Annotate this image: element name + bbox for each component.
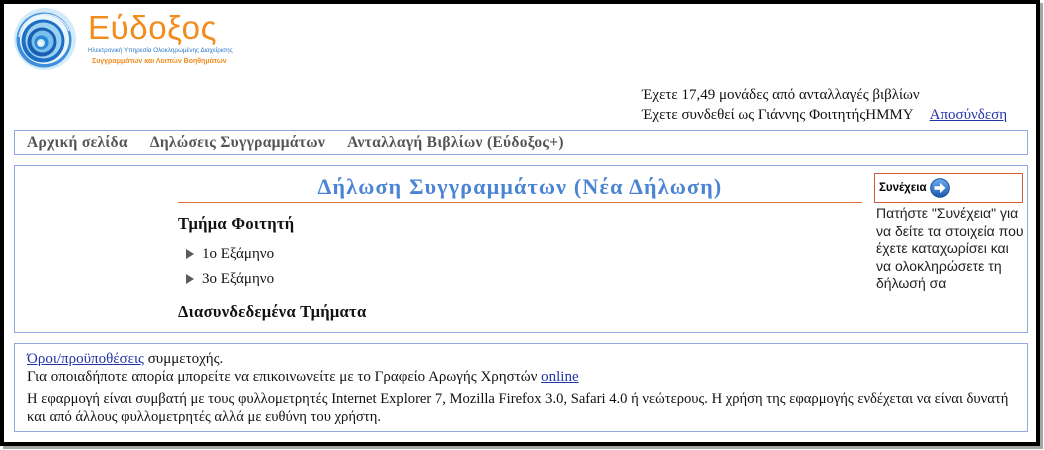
site-footer: Όροι/προϋποθέσεις συμμετοχής. Για οποιαδ… [14, 343, 1028, 432]
continue-button-label: Συνέχεια [879, 182, 927, 194]
main-navigation: Αρχική σελίδα Δηλώσεις Συγγραμμάτων Αντα… [14, 130, 1028, 155]
semester-item-3[interactable]: 3ο Εξάμηνο [186, 269, 274, 289]
arrow-right-circle-icon[interactable] [929, 178, 950, 198]
logo-wordmark: Εύδοξος [88, 9, 218, 46]
page-title: Δήλωση Συγγραμμάτων (Νέα Δήλωση) [178, 172, 862, 203]
eudoxus-swirl-logo-icon [14, 8, 76, 70]
eudoxus-logo[interactable]: Εύδοξος Ηλεκτρονική Υπηρεσία Ολοκληρωμέν… [12, 6, 244, 74]
linked-departments-heading: Διασυνδεδεμένα Τμήματα [178, 302, 367, 321]
continue-button[interactable]: Συνέχεια [874, 173, 1023, 203]
nav-item-textbook-declarations[interactable]: Δηλώσεις Συγγραμμάτων [150, 131, 325, 154]
terms-line: Όροι/προϋποθέσεις συμμετοχής. [27, 350, 1019, 368]
student-department-heading: Τμήμα Φοιτητή [178, 214, 295, 233]
logged-in-as-text: Έχετε συνδεθεί ως Γιάννης ΦοιτητήςHMMY [642, 107, 914, 123]
continue-hint-text: Πατήστε "Συνέχεια" για να δείτε τα στοιχ… [876, 205, 1024, 291]
browser-compatibility-note: Η εφαρμογή είναι συμβατή με τους φυλλομε… [27, 391, 1009, 425]
logo-tagline-line-2: Συγγραμμάτων και Λοιπών Βοηθημάτων [92, 58, 227, 65]
login-status-row: Έχετε συνδεθεί ως Γιάννης ΦοιτητήςHMMY Α… [642, 105, 1007, 125]
helpdesk-line: Για οποιαδήποτε απορία μπορείτε να επικο… [27, 368, 1019, 386]
semester-item-1[interactable]: 1ο Εξάμηνο [186, 244, 274, 264]
account-info: Έχετε 17,49 μονάδες από ανταλλαγές βιβλί… [642, 85, 1007, 125]
declaration-panel: Δήλωση Συγγραμμάτων (Νέα Δήλωση) Τμήμα Φ… [14, 165, 1028, 333]
logout-link[interactable]: Αποσύνδεση [930, 105, 1008, 125]
terms-link[interactable]: Όροι/προϋποθέσεις [27, 351, 144, 367]
exchange-points-text: Έχετε 17,49 μονάδες από ανταλλαγές βιβλί… [642, 87, 920, 103]
semester-label: 3ο Εξάμηνο [202, 271, 275, 287]
nav-item-home[interactable]: Αρχική σελίδα [27, 131, 128, 154]
semester-label: 1ο Εξάμηνο [202, 246, 275, 262]
triangle-right-icon[interactable] [186, 274, 194, 284]
helpdesk-text: Για οποιαδήποτε απορία μπορείτε να επικο… [27, 369, 542, 385]
helpdesk-online-link[interactable]: online [541, 369, 579, 385]
nav-item-book-exchange[interactable]: Ανταλλαγή Βιβλίων (Εύδοξος+) [347, 131, 564, 154]
eudoxus-page: Εύδοξος Ηλεκτρονική Υπηρεσία Ολοκληρωμέν… [0, 0, 1044, 450]
logo-tagline-line-1: Ηλεκτρονική Υπηρεσία Ολοκληρωμένης Διαχε… [88, 47, 233, 54]
triangle-right-icon[interactable] [186, 249, 194, 259]
terms-suffix: συμμετοχής. [143, 351, 224, 367]
